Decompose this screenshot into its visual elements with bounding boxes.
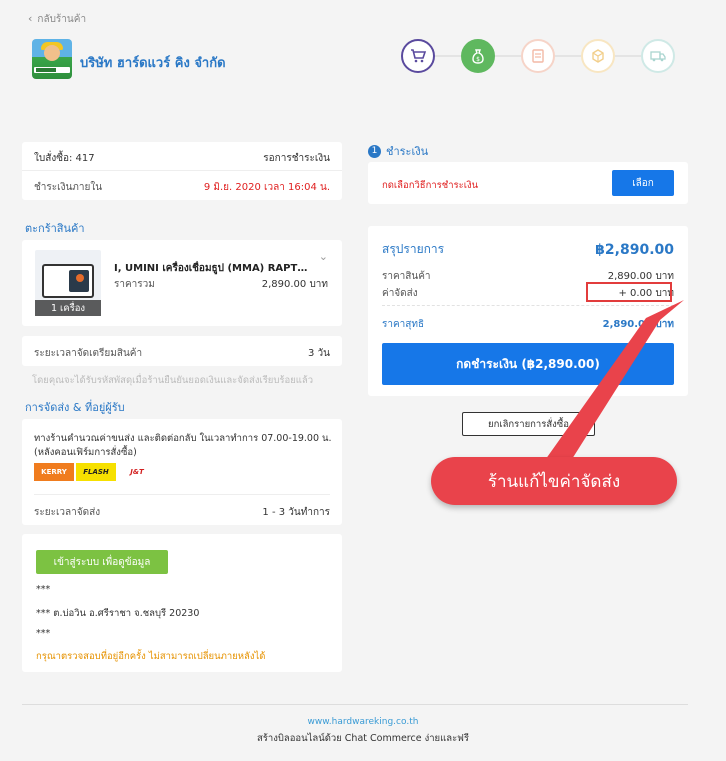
- step-connector: [615, 55, 641, 57]
- step-delivery: [641, 39, 675, 73]
- net-total-value: 2,890.00 บาท: [602, 319, 674, 330]
- step-package: [581, 39, 615, 73]
- payment-title-label: ชำระเงิน: [386, 145, 429, 158]
- order-number: ใบสั่งซื้อ: 417: [34, 153, 95, 164]
- quantity-badge: 1 เครื่อง: [35, 300, 101, 316]
- prep-time-label: ระยะเวลาจัดเตรียมสินค้า: [34, 348, 143, 359]
- shipping-fee-highlight: [586, 282, 672, 302]
- svg-text:$: $: [476, 56, 480, 63]
- payment-method-card: กดเลือกวิธีการชำระเงิน เลือก: [368, 162, 688, 204]
- address-line: ***: [36, 584, 51, 595]
- step-connector: [495, 55, 521, 57]
- prep-time-value: 3 วัน: [308, 348, 330, 359]
- footer-tagline: สร้างบิลออนไลน์ด้วย Chat Commerce ง่ายแล…: [256, 733, 470, 744]
- payment-due-label: ชำระเงินภายใน: [34, 182, 103, 193]
- step-number-badge: 1: [368, 144, 381, 158]
- kerry-logo: KERRY: [34, 463, 74, 481]
- address-line: *** ต.บ่อวิน อ.ศรีราชา จ.ชลบุรี 20230: [36, 608, 200, 619]
- jt-logo: J&T: [118, 463, 156, 481]
- price-total-label: ราคารวม: [114, 279, 155, 290]
- address-warning: กรุณาตรวจสอบที่อยู่อีกครั้ง ไม่สามารถเปล…: [36, 651, 266, 662]
- order-status: รอการชำระเงิน: [263, 153, 330, 164]
- back-to-shop-link[interactable]: ‹ กลับร้านค้า: [28, 12, 86, 27]
- prep-time-card: ระยะเวลาจัดเตรียมสินค้า 3 วัน: [22, 336, 342, 366]
- net-total-label: ราคาสุทธิ: [382, 319, 425, 330]
- footer-divider: [22, 704, 688, 705]
- carrier-logos: KERRY FLASH J&T: [34, 463, 156, 481]
- chevron-left-icon: ‹: [28, 12, 33, 25]
- address-line: ***: [36, 628, 51, 639]
- choose-payment-text: กดเลือกวิธีการชำระเงิน: [382, 180, 479, 191]
- payment-section-title: 1 ชำระเงิน: [368, 142, 428, 160]
- choose-payment-button[interactable]: เลือก: [612, 170, 674, 196]
- flash-logo: FLASH: [76, 463, 116, 481]
- step-connector: [435, 55, 461, 57]
- order-info-card: ใบสั่งซื้อ: 417 รอการชำระเงิน ชำระเงินภา…: [22, 142, 342, 200]
- subtotal-label: ราคาสินค้า: [382, 271, 431, 282]
- step-payment: $: [461, 39, 495, 73]
- chevron-down-icon[interactable]: ⌄: [319, 250, 328, 263]
- cart-card[interactable]: 1 เครื่อง I, UMINI เครื่องเชื่อมธูป (MMA…: [22, 240, 342, 326]
- shop-logo: [32, 39, 72, 79]
- shipping-section-title: การจัดส่ง & ที่อยู่ผู้รับ: [25, 401, 125, 414]
- step-connector: [555, 55, 581, 57]
- cart-section-title: ตะกร้าสินค้า: [25, 222, 85, 235]
- summary-card: สรุปรายการ ฿2,890.00 ราคาสินค้า 2,890.00…: [368, 226, 688, 396]
- step-cart: [401, 39, 435, 73]
- product-name: I, UMINI เครื่องเชื่อมธูป (MMA) RAPTOR 2…: [114, 263, 314, 274]
- cart-icon: [411, 49, 427, 63]
- back-to-shop-label: กลับร้านค้า: [37, 14, 87, 25]
- package-icon: [592, 49, 604, 63]
- step-document: [521, 39, 555, 73]
- shipping-time-label: ระยะเวลาจัดส่ง: [34, 507, 101, 518]
- shipping-description: ทางร้านคำนวณค่าขนส่ง และติดต่อกลับ ในเวล…: [34, 433, 332, 459]
- summary-title: สรุปรายการ: [382, 242, 445, 256]
- money-bag-icon: $: [472, 49, 484, 64]
- cancel-order-button[interactable]: ยกเลิกรายการสั่งซื้อ: [462, 412, 595, 436]
- address-card: เข้าสู่ระบบ เพื่อดูข้อมูล *** *** ต.บ่อว…: [22, 534, 342, 672]
- summary-total: ฿2,890.00: [595, 241, 674, 258]
- footer-link[interactable]: www.hardwareking.co.th: [0, 717, 726, 727]
- truck-icon: [650, 51, 666, 62]
- document-icon: [532, 49, 544, 63]
- pay-now-button[interactable]: กดชำระเงิน (฿2,890.00): [382, 343, 674, 385]
- tracking-note: โดยคุณจะได้รับรหัสพัสดุเมื่อร้านยืนยันยอ…: [32, 375, 314, 386]
- shipping-fee-label: ค่าจัดส่ง: [382, 288, 418, 299]
- price-total-value: 2,890.00 บาท: [261, 279, 328, 290]
- shipping-card: ทางร้านคำนวณค่าขนส่ง และติดต่อกลับ ในเวล…: [22, 419, 342, 525]
- payment-due-value: 9 มิ.ย. 2020 เวลา 16:04 น.: [203, 182, 330, 193]
- login-to-view-button[interactable]: เข้าสู่ระบบ เพื่อดูข้อมูล: [36, 550, 168, 574]
- annotation-callout: ร้านแก้ไขค่าจัดส่ง: [431, 457, 677, 505]
- shop-name: บริษัท ฮาร์ดแวร์ คิง จำกัด: [80, 56, 226, 71]
- shipping-time-value: 1 - 3 วันทำการ: [262, 507, 330, 518]
